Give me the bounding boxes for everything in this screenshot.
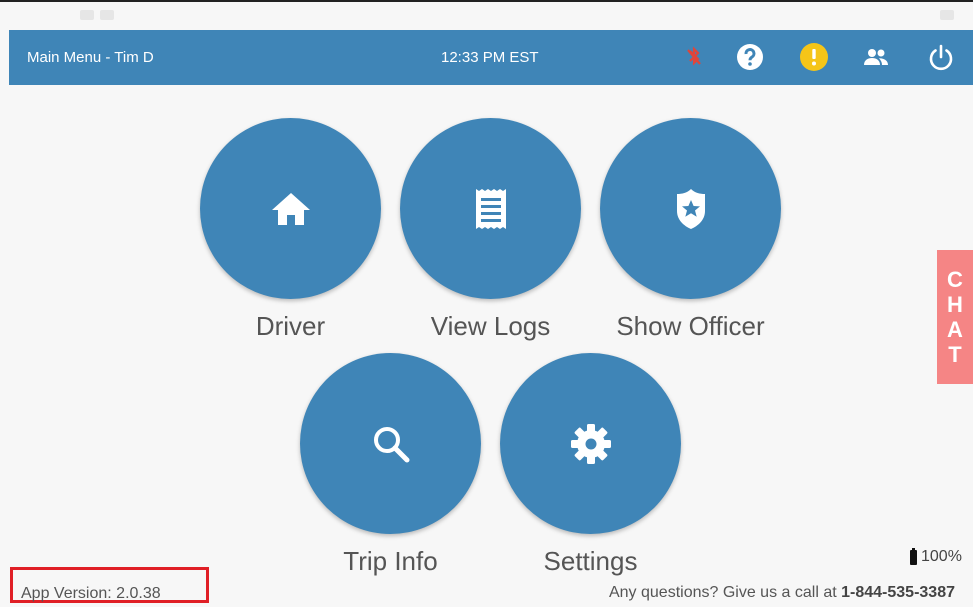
status-icon bbox=[80, 10, 94, 20]
gear-icon bbox=[570, 423, 611, 464]
battery-indicator: 100% bbox=[910, 547, 962, 566]
chat-tab[interactable]: C H A T bbox=[937, 250, 973, 384]
home-icon bbox=[271, 192, 310, 225]
badge-icon bbox=[676, 188, 705, 229]
show-officer-button[interactable]: Show Officer bbox=[600, 118, 781, 342]
driver-label: Driver bbox=[255, 311, 326, 341]
settings-button[interactable]: Settings bbox=[500, 353, 681, 577]
settings-label: Settings bbox=[543, 546, 638, 576]
status-icon bbox=[100, 10, 114, 20]
contact-prefix: Any questions? Give us a call at bbox=[608, 584, 837, 601]
view-logs-button[interactable]: View Logs bbox=[400, 118, 581, 342]
settings-circle[interactable] bbox=[500, 353, 681, 534]
bluetooth-disabled-icon[interactable] bbox=[679, 42, 709, 72]
battery-level: 100% bbox=[921, 548, 962, 565]
app-bar: Main Menu - Tim D 12:33 PM EST bbox=[9, 30, 973, 85]
page-title: Main Menu - Tim D bbox=[27, 49, 154, 66]
chat-letter: H bbox=[947, 292, 963, 317]
view-logs-label: View Logs bbox=[430, 311, 551, 341]
clock: 12:33 PM EST bbox=[441, 49, 539, 66]
support-phone[interactable]: 1-844-535-3387 bbox=[841, 584, 955, 601]
chat-letter: A bbox=[947, 317, 963, 342]
people-icon[interactable] bbox=[861, 42, 891, 72]
chat-letter: T bbox=[948, 342, 962, 367]
driver-circle[interactable] bbox=[200, 118, 381, 299]
battery-icon bbox=[910, 547, 917, 565]
view-logs-circle[interactable] bbox=[400, 118, 581, 299]
show-officer-circle[interactable] bbox=[600, 118, 781, 299]
show-officer-label: Show Officer bbox=[616, 311, 765, 341]
help-icon[interactable] bbox=[735, 42, 765, 72]
app-version: App Version: 2.0.38 bbox=[10, 567, 209, 603]
support-contact: Any questions? Give us a call at 1-844-5… bbox=[609, 584, 955, 602]
trip-info-circle[interactable] bbox=[300, 353, 481, 534]
search-icon bbox=[373, 426, 409, 462]
chat-letter: C bbox=[947, 267, 963, 292]
power-icon[interactable] bbox=[926, 42, 956, 72]
logs-icon bbox=[475, 188, 506, 229]
trip-info-button[interactable]: Trip Info bbox=[300, 353, 481, 577]
alert-icon[interactable] bbox=[799, 42, 829, 72]
trip-info-label: Trip Info bbox=[343, 546, 438, 576]
driver-button[interactable]: Driver bbox=[200, 118, 381, 342]
system-status-bar bbox=[0, 2, 973, 30]
app-version-text: App Version: 2.0.38 bbox=[21, 585, 161, 602]
wifi-icon bbox=[940, 10, 954, 20]
